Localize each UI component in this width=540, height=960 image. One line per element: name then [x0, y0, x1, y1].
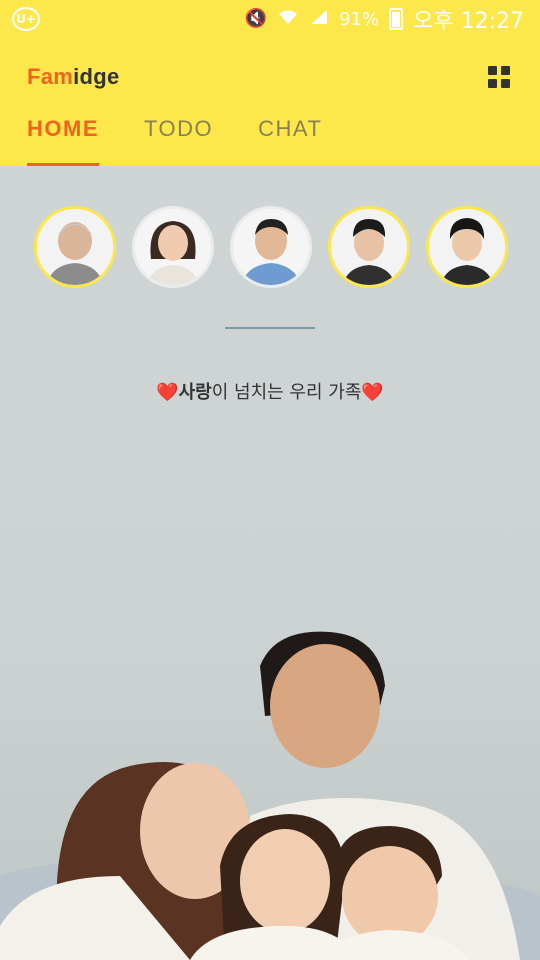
wifi-icon: [277, 8, 299, 30]
tab-todo[interactable]: TODO: [144, 116, 213, 166]
signal-icon: [309, 8, 329, 30]
brand-part1: Fam: [27, 64, 74, 89]
divider: [225, 327, 315, 329]
status-bar: U+ 🔇 91% 오후 12:27: [0, 0, 540, 38]
family-tagline: ❤️사랑이 넘치는 우리 가족❤️: [0, 378, 540, 404]
status-indicators: 🔇 91% 오후 12:27: [245, 3, 524, 35]
carrier-logo-icon: U+: [12, 7, 40, 31]
tab-chat[interactable]: CHAT: [258, 116, 322, 166]
tagline-bold-text: 사랑: [178, 382, 212, 403]
app-logo: Famidge: [27, 64, 120, 90]
home-content: ❤️사랑이 넘치는 우리 가족❤️: [0, 166, 540, 960]
clock: 오후 12:27: [413, 9, 524, 34]
tab-bar: HOME TODO CHAT: [27, 116, 322, 166]
avatar-grandfather[interactable]: [34, 206, 116, 288]
avatar-father[interactable]: [230, 206, 312, 288]
tagline-text: 이 넘치는 우리 가족: [211, 382, 362, 403]
app-header: Famidge HOME TODO CHAT: [0, 38, 540, 166]
family-avatar-list: [34, 206, 508, 288]
heart-icon: ❤️: [361, 382, 384, 403]
avatar-mother[interactable]: [132, 206, 214, 288]
battery-icon: [389, 8, 404, 30]
family-photo: [0, 626, 540, 960]
mute-icon: 🔇: [244, 8, 268, 29]
tab-home[interactable]: HOME: [27, 116, 99, 166]
heart-icon: ❤️: [156, 382, 179, 403]
avatar-younger-son[interactable]: [426, 206, 508, 288]
avatar-son[interactable]: [328, 206, 410, 288]
brand-part2: idge: [73, 64, 120, 89]
grid-menu-icon[interactable]: [488, 66, 510, 88]
battery-percent: 91%: [339, 8, 380, 30]
